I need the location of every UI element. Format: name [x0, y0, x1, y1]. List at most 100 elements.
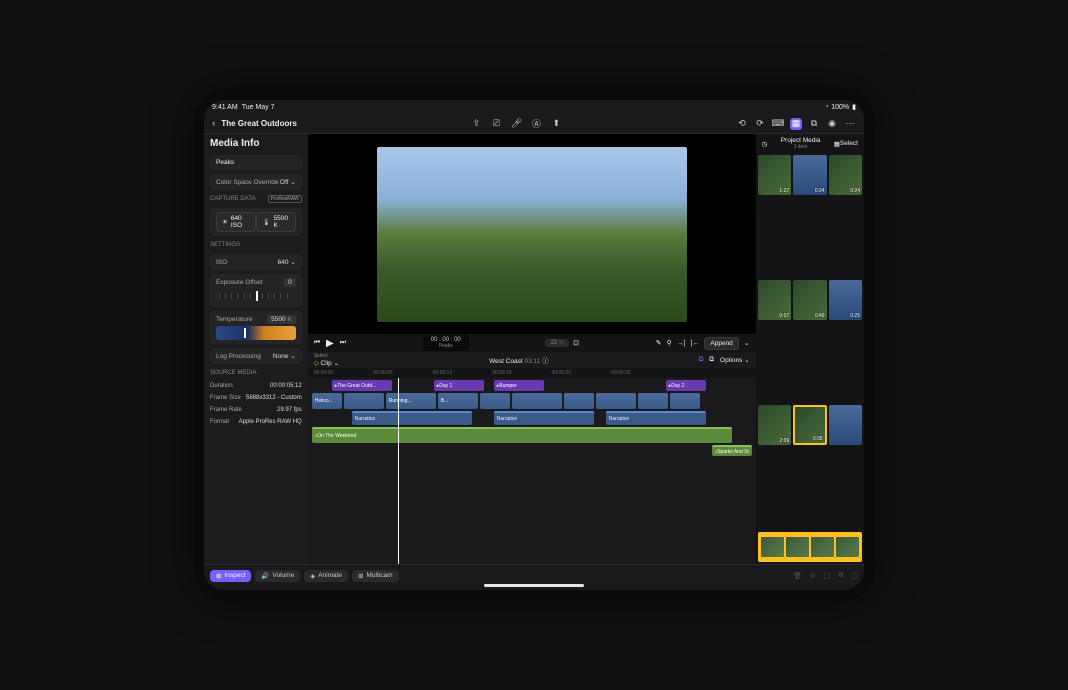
audio-clip[interactable]: Narration — [606, 411, 706, 425]
video-clip[interactable] — [480, 393, 510, 409]
viewer — [308, 134, 756, 334]
export-icon[interactable]: ⬆ — [550, 118, 562, 130]
preview-image — [377, 147, 687, 322]
playhead[interactable] — [398, 378, 399, 564]
filmstrip[interactable] — [758, 532, 862, 562]
media-thumb[interactable] — [829, 405, 862, 445]
status-date: Tue May 7 — [242, 104, 275, 111]
timeline-ruler[interactable]: 00:00:0000:00:0500:00:1000:00:1500:00:20… — [308, 368, 756, 378]
text-tool-icon[interactable]: Ⓐ — [530, 118, 542, 130]
video-clip[interactable] — [638, 393, 668, 409]
capture-chips: ☀ 640 ISO 🌡 5500 K — [210, 208, 302, 236]
tab-multicam[interactable]: ⊞ Multicam — [352, 570, 398, 582]
media-thumb[interactable]: 0:25 — [829, 280, 862, 320]
layers-icon[interactable]: ⧉ — [808, 118, 820, 130]
media-thumb-selected[interactable]: 0:05 — [793, 405, 826, 445]
video-clip[interactable] — [512, 393, 562, 409]
anchor-icon[interactable]: ⚲ — [667, 339, 672, 347]
wifi-icon: ⬫ — [826, 103, 828, 111]
battery-icon: ▮ — [852, 103, 856, 111]
media-thumb[interactable]: 2:09 — [758, 405, 791, 445]
tool1-icon[interactable]: ▢ — [824, 572, 831, 580]
media-thumb[interactable]: 0:24 — [829, 155, 862, 195]
inspector-title: Media Info — [210, 138, 302, 149]
media-browser: ◷ Project Media1 item ▦ Select 1:27 0:24… — [756, 134, 864, 564]
magnet-icon[interactable]: ⧉ — [699, 356, 704, 364]
options-button[interactable]: Options ⌄ — [720, 356, 750, 364]
video-clip[interactable] — [344, 393, 384, 409]
battery-pct: 100% — [831, 104, 849, 111]
link-icon[interactable]: ⧉ — [709, 356, 714, 364]
color-space-row[interactable]: Color Space Override Off ⌄ — [210, 174, 302, 190]
home-indicator[interactable] — [484, 584, 584, 587]
iso-row[interactable]: ISO 640 ⌄ — [210, 254, 302, 270]
media-thumb[interactable]: 0:07 — [758, 280, 791, 320]
tool2-icon[interactable]: ⧉ — [838, 572, 843, 580]
clip-name-row[interactable]: Peaks — [210, 155, 302, 170]
disable-icon[interactable]: ⊘ — [810, 572, 816, 580]
source-media-header: SOURCE MEDIA — [210, 370, 302, 376]
project-title: The Great Outdoors — [221, 119, 297, 128]
video-clip[interactable]: B... — [438, 393, 478, 409]
timecode-display[interactable]: 00 : 00 : 00Peaks — [423, 335, 469, 351]
music-clip[interactable]: ♪ On The Weekend — [312, 427, 732, 443]
temperature-row: Temperature5500 K — [210, 311, 302, 344]
zoom-value[interactable]: 22 % — [545, 339, 569, 347]
trash-icon[interactable]: 🗑 — [793, 572, 802, 580]
video-clip[interactable] — [564, 393, 594, 409]
iso-chip[interactable]: ☀ 640 ISO — [216, 212, 256, 232]
select-button[interactable]: Select — [840, 140, 858, 147]
tab-animate[interactable]: ◈ Animate — [304, 570, 348, 582]
title-clip[interactable]: ▸ Bumper — [494, 380, 544, 391]
tool3-icon[interactable]: ▢ — [851, 572, 858, 580]
bottom-tabs: ⊞ Inspect 🔊 Volume ◈ Animate ⊞ Multicam … — [204, 564, 864, 586]
capture-data-header: CAPTURE DATA — [210, 196, 255, 202]
toolbar: ‹ The Great Outdoors ⇪ ⎚ 🎤︎ Ⓐ ⬆ ⟲ ⟳ ⌨ ▦ … — [204, 114, 864, 134]
append-dropdown-icon[interactable]: ⌄ — [744, 339, 750, 347]
timeline: ▸ The Great Outd... ▸ Day 1 ▸ Bumper ▸ D… — [308, 378, 756, 564]
title-clip[interactable]: ▸ Day 1 — [434, 380, 484, 391]
music-clip[interactable]: ♪ Sparks And St — [712, 445, 752, 456]
title-clip[interactable]: ▸ The Great Outd... — [332, 380, 392, 391]
audio-clip[interactable]: Narration — [352, 411, 472, 425]
back-button[interactable]: ‹ — [212, 118, 215, 129]
tab-inspect[interactable]: ⊞ Inspect — [210, 570, 251, 582]
append-button[interactable]: Append — [704, 337, 738, 350]
share-icon[interactable]: ⇪ — [470, 118, 482, 130]
play-button[interactable]: ▶ — [326, 338, 334, 349]
more-icon[interactable]: ⋯ — [844, 118, 856, 130]
history-back-icon[interactable]: ⟲ — [736, 118, 748, 130]
audio-clip[interactable]: Narration — [494, 411, 594, 425]
next-frame-icon[interactable]: ⏭ — [340, 339, 346, 347]
exposure-slider[interactable] — [216, 289, 296, 303]
trim-start-icon[interactable]: →| — [677, 340, 686, 347]
timeline-header: Select◇ Clip ⌄ West Coast 03:11 ⓘ ⧉ ⧉ Op… — [308, 352, 756, 368]
browser-toggle-icon[interactable]: ▦ — [790, 118, 802, 130]
status-time: 9:41 AM — [212, 104, 238, 111]
settings-header: SETTINGS — [210, 242, 302, 248]
prores-badge: ProResRAW — [268, 195, 302, 203]
media-thumb[interactable]: 0:24 — [793, 155, 826, 195]
trim-end-icon[interactable]: |← — [691, 340, 700, 347]
info-icon[interactable]: ⓘ — [542, 358, 549, 365]
temp-chip[interactable]: 🌡 5500 K — [256, 212, 296, 232]
video-clip[interactable] — [670, 393, 700, 409]
audio-scope-icon[interactable]: ◉ — [826, 118, 838, 130]
video-clip[interactable] — [596, 393, 636, 409]
pip-icon[interactable]: ⊡ — [573, 339, 579, 347]
temperature-slider[interactable] — [216, 326, 296, 340]
log-row[interactable]: Log Processing None ⌄ — [210, 348, 302, 364]
media-thumb[interactable]: 1:27 — [758, 155, 791, 195]
blade-icon[interactable]: ✎ — [656, 339, 662, 347]
status-bar: 9:41 AM Tue May 7 ⬫ 100% ▮ — [204, 100, 864, 114]
history-fwd-icon[interactable]: ⟳ — [754, 118, 766, 130]
keyboard-icon[interactable]: ⌨ — [772, 118, 784, 130]
media-thumb[interactable]: 0:49 — [793, 280, 826, 320]
video-clip[interactable]: Helico... — [312, 393, 342, 409]
video-clip[interactable]: Running... — [386, 393, 436, 409]
tab-volume[interactable]: 🔊 Volume — [255, 570, 300, 582]
prev-frame-icon[interactable]: ⏮ — [314, 339, 320, 347]
camera-icon[interactable]: ⎚ — [490, 118, 502, 130]
mic-icon[interactable]: 🎤︎ — [510, 118, 522, 130]
title-clip[interactable]: ▸ Day 2 — [666, 380, 706, 391]
